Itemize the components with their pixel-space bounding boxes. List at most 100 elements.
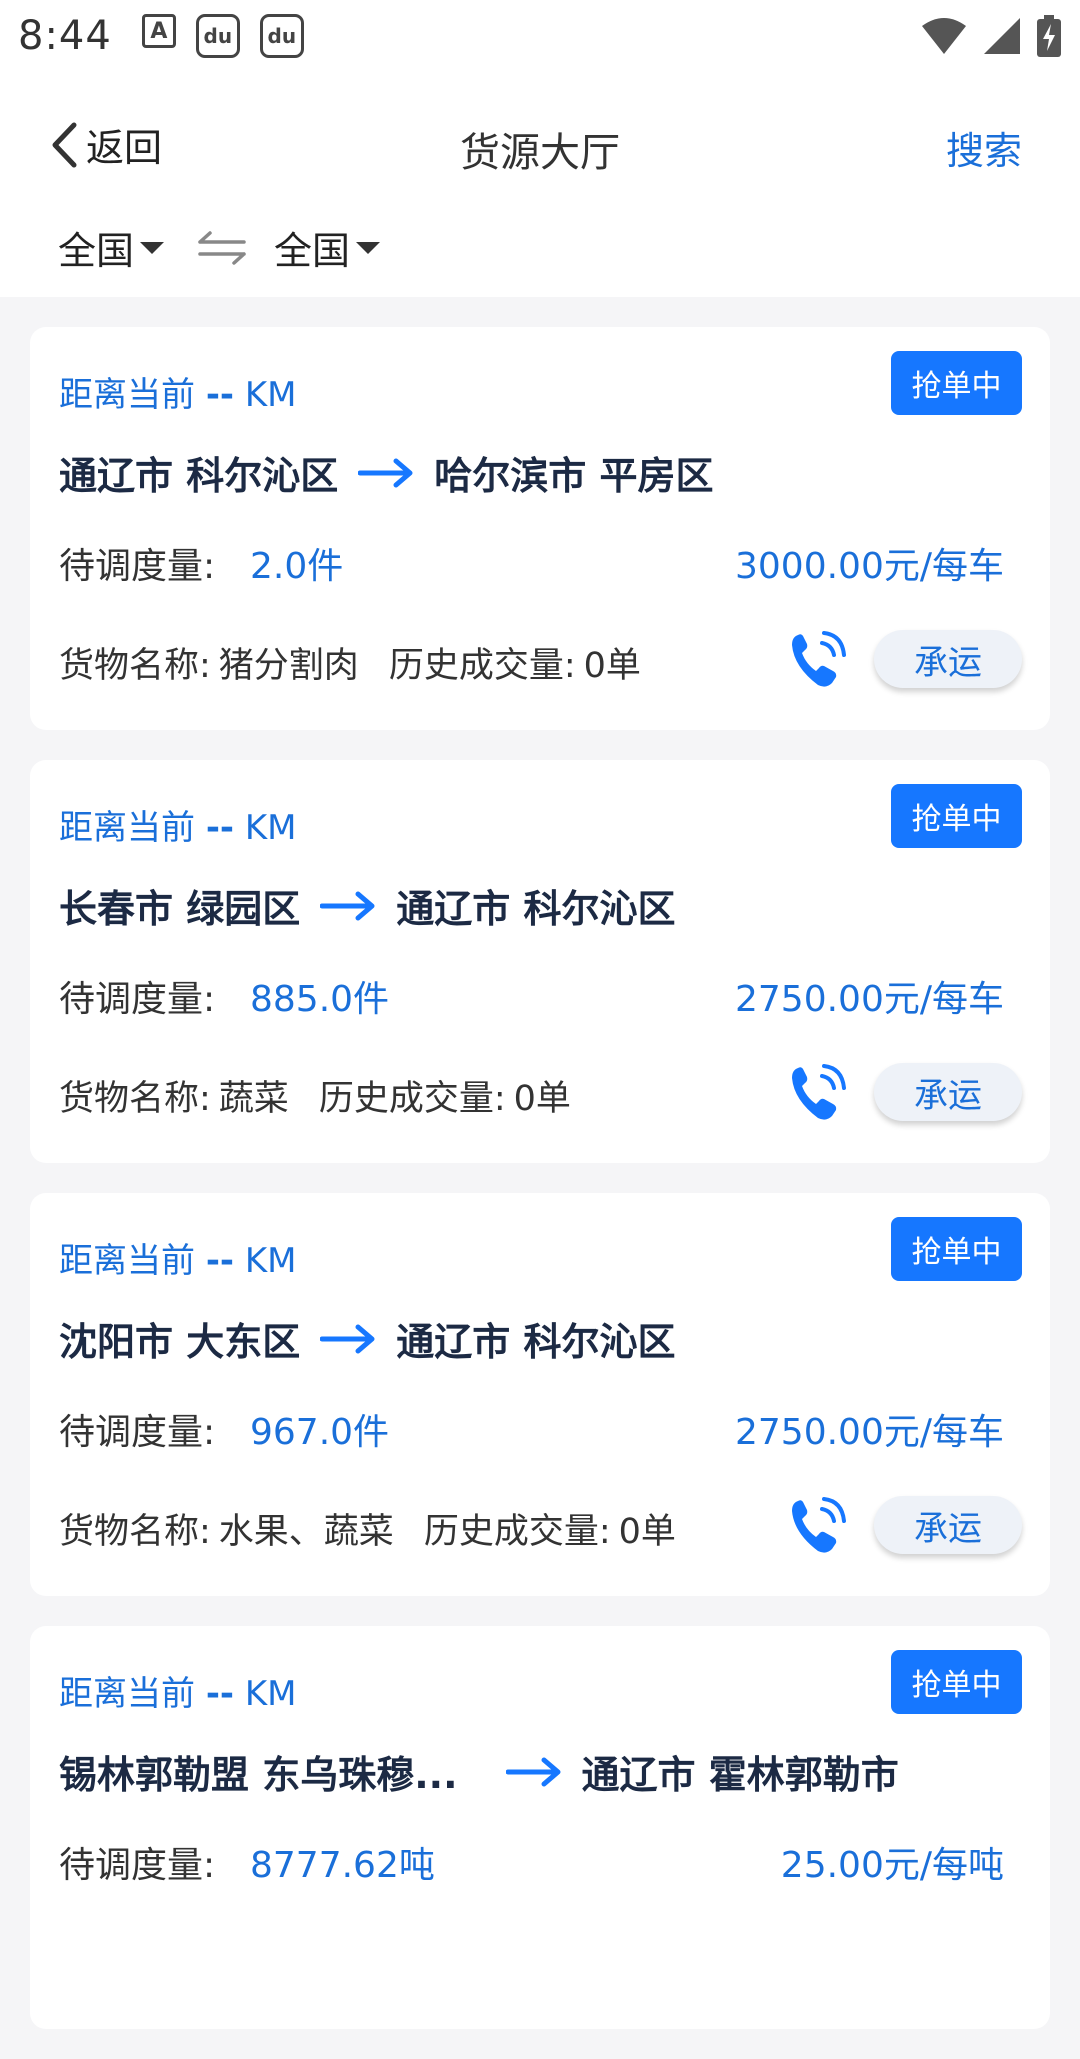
status-badge: 抢单中 [891, 1217, 1022, 1281]
phone-call-icon[interactable] [788, 1493, 848, 1557]
goods-label: 货物名称: [59, 1512, 211, 1552]
distance-unit: KM [244, 1241, 297, 1281]
distance-value: -- [205, 375, 235, 415]
cargo-card[interactable]: 距离当前 -- KM 抢单中 锡林郭勒盟 东乌珠穆... 通辽市 霍林郭勒市 待… [30, 1626, 1050, 2029]
system-status-icons [920, 15, 1062, 57]
arrow-right-icon [320, 1324, 375, 1353]
route: 通辽市 科尔沁区 哈尔滨市 平房区 [59, 445, 713, 500]
swap-icon[interactable] [196, 230, 248, 266]
goods-value: 蔬菜 [218, 1079, 289, 1119]
status-bar: 8:44 A du du [0, 0, 1080, 72]
caret-down-icon [140, 241, 165, 254]
caret-down-icon [356, 241, 381, 254]
cargo-card[interactable]: 距离当前 -- KM 抢单中 沈阳市 大东区 通辽市 科尔沁区 待调度量: 96… [30, 1193, 1050, 1596]
goods-name: 货物名称: 蔬菜 [59, 1079, 289, 1119]
price: 3000.00元/每车 [735, 546, 1004, 587]
quantity-value: 2.0件 [250, 546, 344, 587]
route-to: 通辽市 科尔沁区 [396, 1320, 676, 1364]
cargo-list: 距离当前 -- KM 抢单中 通辽市 科尔沁区 哈尔滨市 平房区 待调度量: 2… [30, 327, 1050, 2059]
cargo-card[interactable]: 距离当前 -- KM 抢单中 长春市 绿园区 通辽市 科尔沁区 待调度量: 88… [30, 760, 1050, 1163]
phone-call-icon[interactable] [788, 1060, 848, 1124]
destination-filter-label: 全国 [274, 229, 351, 273]
history-label: 历史成交量: [388, 646, 576, 686]
quantity-value: 967.0件 [250, 1412, 390, 1453]
quantity-label: 待调度量: [59, 1412, 216, 1453]
a-notification-icon: A [141, 14, 176, 48]
history-label: 历史成交量: [423, 1512, 611, 1552]
status-time: 8:44 [18, 13, 112, 59]
route-to: 通辽市 科尔沁区 [396, 887, 676, 931]
distance-label: 距离当前 [59, 1241, 195, 1281]
route-to: 哈尔滨市 平房区 [434, 454, 714, 498]
history-label: 历史成交量: [318, 1079, 506, 1119]
route-to: 通辽市 霍林郭勒市 [581, 1753, 899, 1797]
route-from: 通辽市 科尔沁区 [59, 454, 339, 498]
history-value: 0单 [618, 1512, 676, 1552]
history-value: 0单 [583, 646, 641, 686]
arrow-right-icon [358, 458, 413, 487]
distance: 距离当前 -- KM [59, 800, 297, 849]
goods-value: 水果、蔬菜 [218, 1512, 394, 1552]
route: 长春市 绿园区 通辽市 科尔沁区 [59, 878, 675, 933]
distance-value: -- [205, 808, 235, 848]
price: 2750.00元/每车 [735, 1412, 1004, 1453]
quantity-label: 待调度量: [59, 979, 216, 1020]
search-button[interactable]: 搜索 [946, 120, 1022, 175]
price: 2750.00元/每车 [735, 979, 1004, 1020]
baidu-paw-icon: du [195, 14, 240, 58]
goods-name: 货物名称: 水果、蔬菜 [59, 1512, 394, 1552]
quantity-label: 待调度量: [59, 546, 216, 587]
baidu-paw-icon: du [259, 14, 304, 58]
page-title: 货源大厅 [460, 130, 620, 176]
distance-label: 距离当前 [59, 375, 195, 415]
goods-label: 货物名称: [59, 1079, 211, 1119]
distance-unit: KM [244, 808, 297, 848]
wifi-icon [922, 18, 966, 54]
route: 沈阳市 大东区 通辽市 科尔沁区 [59, 1311, 675, 1366]
quantity-label: 待调度量: [59, 1845, 216, 1886]
history-count: 历史成交量: 0单 [424, 1512, 676, 1552]
carry-button[interactable]: 承运 [874, 630, 1022, 688]
goods-name: 货物名称: 猪分割肉 [59, 646, 359, 686]
status-badge: 抢单中 [891, 1650, 1022, 1714]
history-count: 历史成交量: 0单 [319, 1079, 571, 1119]
distance-value: -- [205, 1241, 235, 1281]
cargo-card[interactable]: 距离当前 -- KM 抢单中 通辽市 科尔沁区 哈尔滨市 平房区 待调度量: 2… [30, 327, 1050, 730]
route-from: 沈阳市 大东区 [59, 1320, 301, 1364]
distance: 距离当前 -- KM [59, 1666, 297, 1715]
origin-filter[interactable]: 全国 [58, 220, 165, 275]
origin-filter-label: 全国 [58, 229, 135, 273]
route: 锡林郭勒盟 东乌珠穆... 通辽市 霍林郭勒市 [59, 1744, 899, 1799]
carry-button[interactable]: 承运 [874, 1496, 1022, 1554]
status-badge: 抢单中 [891, 784, 1022, 848]
route-from: 长春市 绿园区 [59, 887, 301, 931]
distance: 距离当前 -- KM [59, 1233, 297, 1282]
distance-label: 距离当前 [59, 808, 195, 848]
quantity-value: 885.0件 [250, 979, 390, 1020]
signal-icon [984, 18, 1020, 54]
notification-icons: A du du [141, 14, 304, 58]
goods-info: 货物名称: 猪分割肉 历史成交量: 0单 [59, 637, 641, 688]
status-badge: 抢单中 [891, 351, 1022, 415]
distance-unit: KM [244, 1674, 297, 1714]
phone-call-icon[interactable] [788, 627, 848, 691]
goods-info: 货物名称: 蔬菜 历史成交量: 0单 [59, 1070, 571, 1121]
goods-label: 货物名称: [59, 646, 211, 686]
quantity-value: 8777.62吨 [250, 1845, 435, 1886]
header: 返回 货源大厅 搜索 全国 全国 [0, 72, 1080, 297]
distance-label: 距离当前 [59, 1674, 195, 1714]
goods-info: 货物名称: 水果、蔬菜 历史成交量: 0单 [59, 1503, 676, 1554]
route-filters: 全国 全国 [58, 220, 381, 275]
arrow-right-icon [505, 1757, 561, 1786]
price: 25.00元/每吨 [780, 1845, 1004, 1886]
history-count: 历史成交量: 0单 [389, 646, 641, 686]
history-value: 0单 [513, 1079, 571, 1119]
arrow-right-icon [320, 891, 375, 920]
goods-value: 猪分割肉 [218, 646, 359, 686]
route-from: 锡林郭勒盟 东乌珠穆... [59, 1753, 458, 1797]
distance: 距离当前 -- KM [59, 367, 297, 416]
distance-unit: KM [244, 375, 297, 415]
battery-icon [1037, 15, 1061, 57]
carry-button[interactable]: 承运 [874, 1063, 1022, 1121]
destination-filter[interactable]: 全国 [274, 220, 381, 275]
